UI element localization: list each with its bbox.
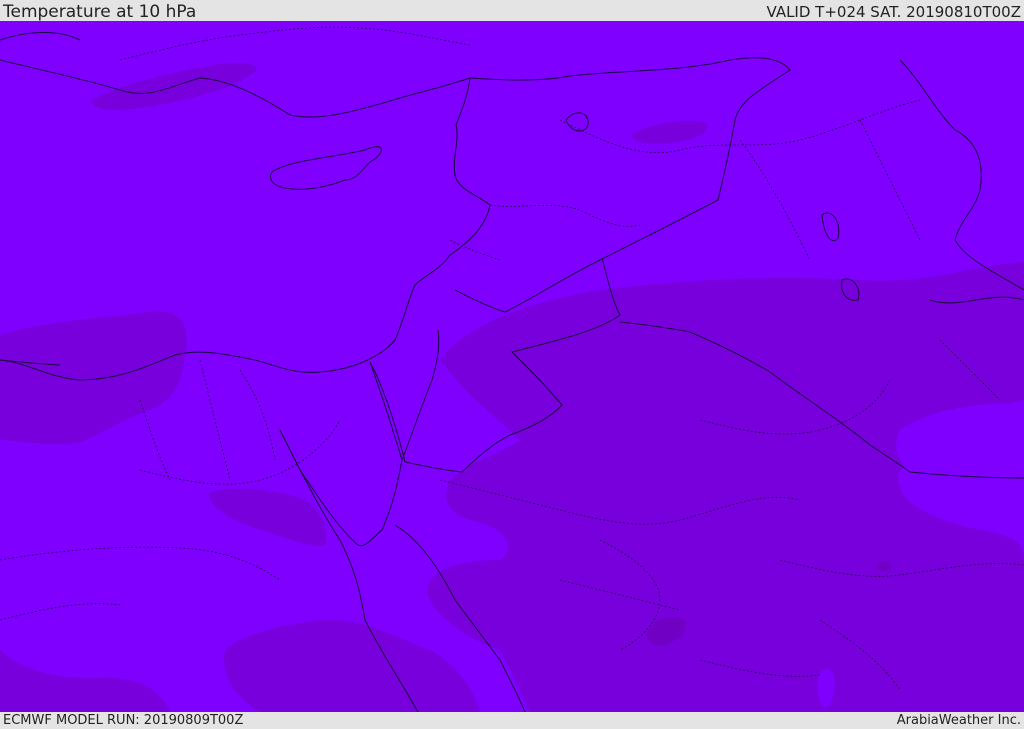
model-run-label: ECMWF MODEL RUN: 20190809T00Z — [3, 713, 244, 728]
header-bar: Temperature at 10 hPa VALID T+024 SAT. 2… — [0, 0, 1024, 21]
credit-label: ArabiaWeather Inc. — [896, 713, 1021, 728]
valid-time: VALID T+024 SAT. 20190810T00Z — [766, 3, 1021, 21]
weather-map[interactable] — [0, 21, 1024, 712]
map-canvas — [0, 21, 1024, 712]
footer-bar: ECMWF MODEL RUN: 20190809T00Z ArabiaWeat… — [0, 712, 1024, 729]
map-title: Temperature at 10 hPa — [3, 2, 197, 22]
